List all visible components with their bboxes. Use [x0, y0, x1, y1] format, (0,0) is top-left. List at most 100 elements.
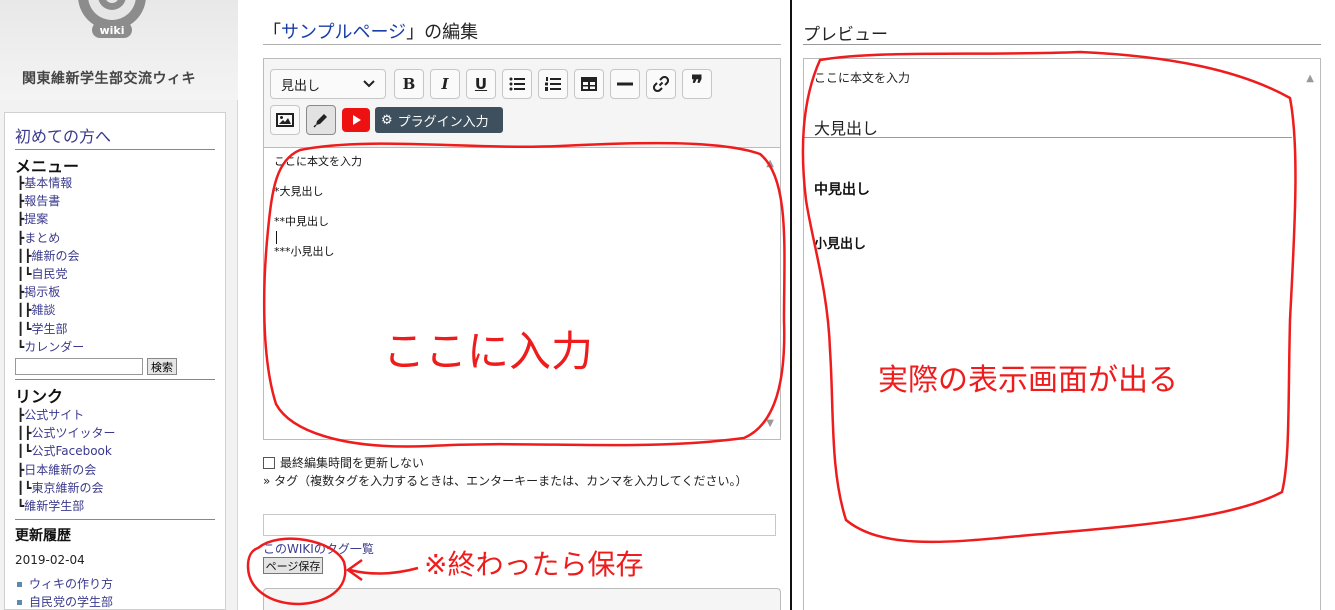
- link-label: 公式ツイッター: [31, 426, 116, 441]
- no-update-checkbox[interactable]: [263, 456, 275, 469]
- menu-item-ishin[interactable]: ┃┣維新の会: [17, 247, 84, 265]
- tag-input[interactable]: [263, 514, 776, 536]
- tree-prefix: ┃┣: [17, 426, 32, 441]
- tree-prefix: ┃┗: [17, 321, 32, 336]
- editor-line: ここに本文を入力: [274, 155, 362, 168]
- link-official-facebook[interactable]: ┃┗公式Facebook: [17, 442, 115, 460]
- underline-button[interactable]: U: [466, 69, 496, 99]
- logo-area: wiki 関東維新学生部交流ウィキ: [0, 0, 238, 100]
- chevron-down-icon: [363, 80, 375, 88]
- bullet-icon: [17, 582, 22, 587]
- link-official-twitter[interactable]: ┃┣公式ツイッター: [17, 424, 115, 442]
- table-button[interactable]: [574, 69, 604, 99]
- preview-title-rule: [803, 44, 1321, 45]
- menu-item-student[interactable]: ┃┗学生部: [17, 320, 84, 338]
- editor-title: 「サンプルページ」の編集: [263, 18, 478, 44]
- history-item[interactable]: ウィキの作り方: [17, 575, 113, 593]
- link-label: 維新学生部: [24, 498, 85, 513]
- menu-item-report[interactable]: ┣報告書: [17, 192, 84, 210]
- title-bracket: 「: [263, 22, 281, 43]
- page-name-link[interactable]: サンプルページ: [281, 22, 406, 43]
- underline-icon: U: [474, 75, 488, 93]
- menu-item-basic[interactable]: ┣基本情報: [17, 174, 84, 192]
- menu-item-label: 提案: [24, 212, 49, 227]
- pen-button[interactable]: [306, 105, 336, 135]
- history-item-label: ウィキの作り方: [29, 577, 114, 591]
- youtube-icon: [342, 108, 370, 132]
- pen-icon: [313, 114, 327, 128]
- bullet-list-icon: [509, 77, 525, 91]
- tree-prefix: ┃┗: [17, 480, 32, 495]
- menu-box: 初めての方へ メニュー ┣基本情報 ┣報告書 ┣提案 ┣まとめ ┃┣維新の会 ┃…: [4, 112, 226, 610]
- menu-item-proposal[interactable]: ┣提案: [17, 210, 84, 228]
- numbered-list-icon: [545, 77, 561, 91]
- tag-label: » タグ（複数タグを入力するときは、エンターキーまたは、カンマを入力してください…: [263, 474, 748, 488]
- heading-select[interactable]: 見出し: [270, 69, 386, 99]
- bullet-list-button[interactable]: [502, 69, 532, 99]
- bold-button[interactable]: B: [394, 69, 424, 99]
- quote-icon: ❞: [691, 71, 703, 97]
- no-update-label: 最終編集時間を更新しない: [280, 456, 425, 470]
- search-button[interactable]: 検索: [147, 358, 177, 375]
- italic-button[interactable]: I: [430, 69, 460, 99]
- tag-list-link[interactable]: このWIKIのタグ一覧: [263, 540, 374, 557]
- menu-item-ldp[interactable]: ┃┗自民党: [17, 265, 84, 283]
- youtube-button[interactable]: [342, 105, 370, 135]
- divider: [15, 519, 215, 520]
- site-name[interactable]: 関東維新学生部交流ウィキ: [22, 68, 196, 88]
- editor-line: **中見出し: [274, 215, 329, 228]
- bullet-icon: [17, 600, 22, 605]
- scroll-up-icon[interactable]: ▲: [766, 156, 774, 171]
- history-date: 2019-02-04: [15, 553, 85, 567]
- menu-list: ┣基本情報 ┣報告書 ┣提案 ┣まとめ ┃┣維新の会 ┃┗自民党 ┣掲示板 ┃┣…: [17, 174, 84, 356]
- link-nippon-ishin[interactable]: ┣日本維新の会: [17, 461, 115, 479]
- first-visit-link[interactable]: 初めての方へ: [15, 123, 111, 147]
- title-suffix: 」の編集: [406, 22, 479, 43]
- scroll-down-icon[interactable]: ▼: [766, 416, 774, 431]
- link-icon: [653, 76, 669, 92]
- link-label: 東京維新の会: [31, 480, 104, 495]
- editor-line: *大見出し: [274, 185, 324, 198]
- quote-button[interactable]: ❞: [682, 69, 712, 99]
- menu-item-label: 維新の会: [31, 248, 80, 263]
- menu-item-chat[interactable]: ┃┣雑談: [17, 301, 84, 319]
- menu-item-label: 雑談: [31, 303, 56, 318]
- heading-select-label: 見出し: [281, 78, 321, 94]
- at-logo-icon[interactable]: wiki: [70, 0, 154, 42]
- link-button[interactable]: [646, 69, 676, 99]
- link-label: 日本維新の会: [24, 462, 97, 477]
- history-list: ウィキの作り方 自民党の学生部: [17, 575, 114, 609]
- history-item[interactable]: 自民党の学生部: [17, 593, 114, 609]
- link-official-site[interactable]: ┣公式サイト: [17, 406, 115, 424]
- save-page-button[interactable]: ページ保存: [263, 557, 323, 574]
- menu-item-label: 自民党: [31, 266, 68, 281]
- plugin-input-button[interactable]: ⚙ プラグイン入力: [375, 107, 503, 133]
- horizontal-rule-button[interactable]: [610, 69, 640, 99]
- gear-icon: ⚙: [381, 112, 393, 128]
- numbered-list-button[interactable]: [538, 69, 568, 99]
- annotation-arrowhead: [345, 558, 363, 582]
- editor-caret-line: [274, 229, 770, 244]
- wiki-text-editor[interactable]: ここに本文を入力 *大見出し **中見出し ***小見出し ▲ ▼: [264, 147, 780, 439]
- italic-icon: I: [441, 75, 449, 93]
- plugin-button-label: プラグイン入力: [397, 114, 489, 130]
- history-title: 更新履歴: [15, 528, 71, 544]
- tree-prefix: ┃┗: [17, 444, 32, 459]
- no-update-option[interactable]: 最終編集時間を更新しない: [263, 454, 424, 471]
- table-icon: [581, 77, 597, 91]
- link-ishin-student[interactable]: ┗維新学生部: [17, 497, 115, 515]
- search-input[interactable]: [15, 358, 143, 375]
- menu-item-calendar[interactable]: ┗カレンダー: [17, 338, 84, 356]
- scroll-up-icon[interactable]: ▲: [1306, 73, 1314, 84]
- editor-title-rule: [263, 44, 781, 45]
- divider: [15, 149, 215, 150]
- menu-item-bbs[interactable]: ┣掲示板: [17, 283, 84, 301]
- history-item-label: 自民党の学生部: [29, 595, 114, 609]
- image-button[interactable]: [270, 105, 300, 135]
- link-tokyo-ishin[interactable]: ┃┗東京維新の会: [17, 479, 115, 497]
- tree-prefix: ┃┣: [17, 248, 32, 263]
- preview-heading-3: 小見出し: [814, 237, 867, 252]
- menu-item-summary[interactable]: ┣まとめ: [17, 229, 84, 247]
